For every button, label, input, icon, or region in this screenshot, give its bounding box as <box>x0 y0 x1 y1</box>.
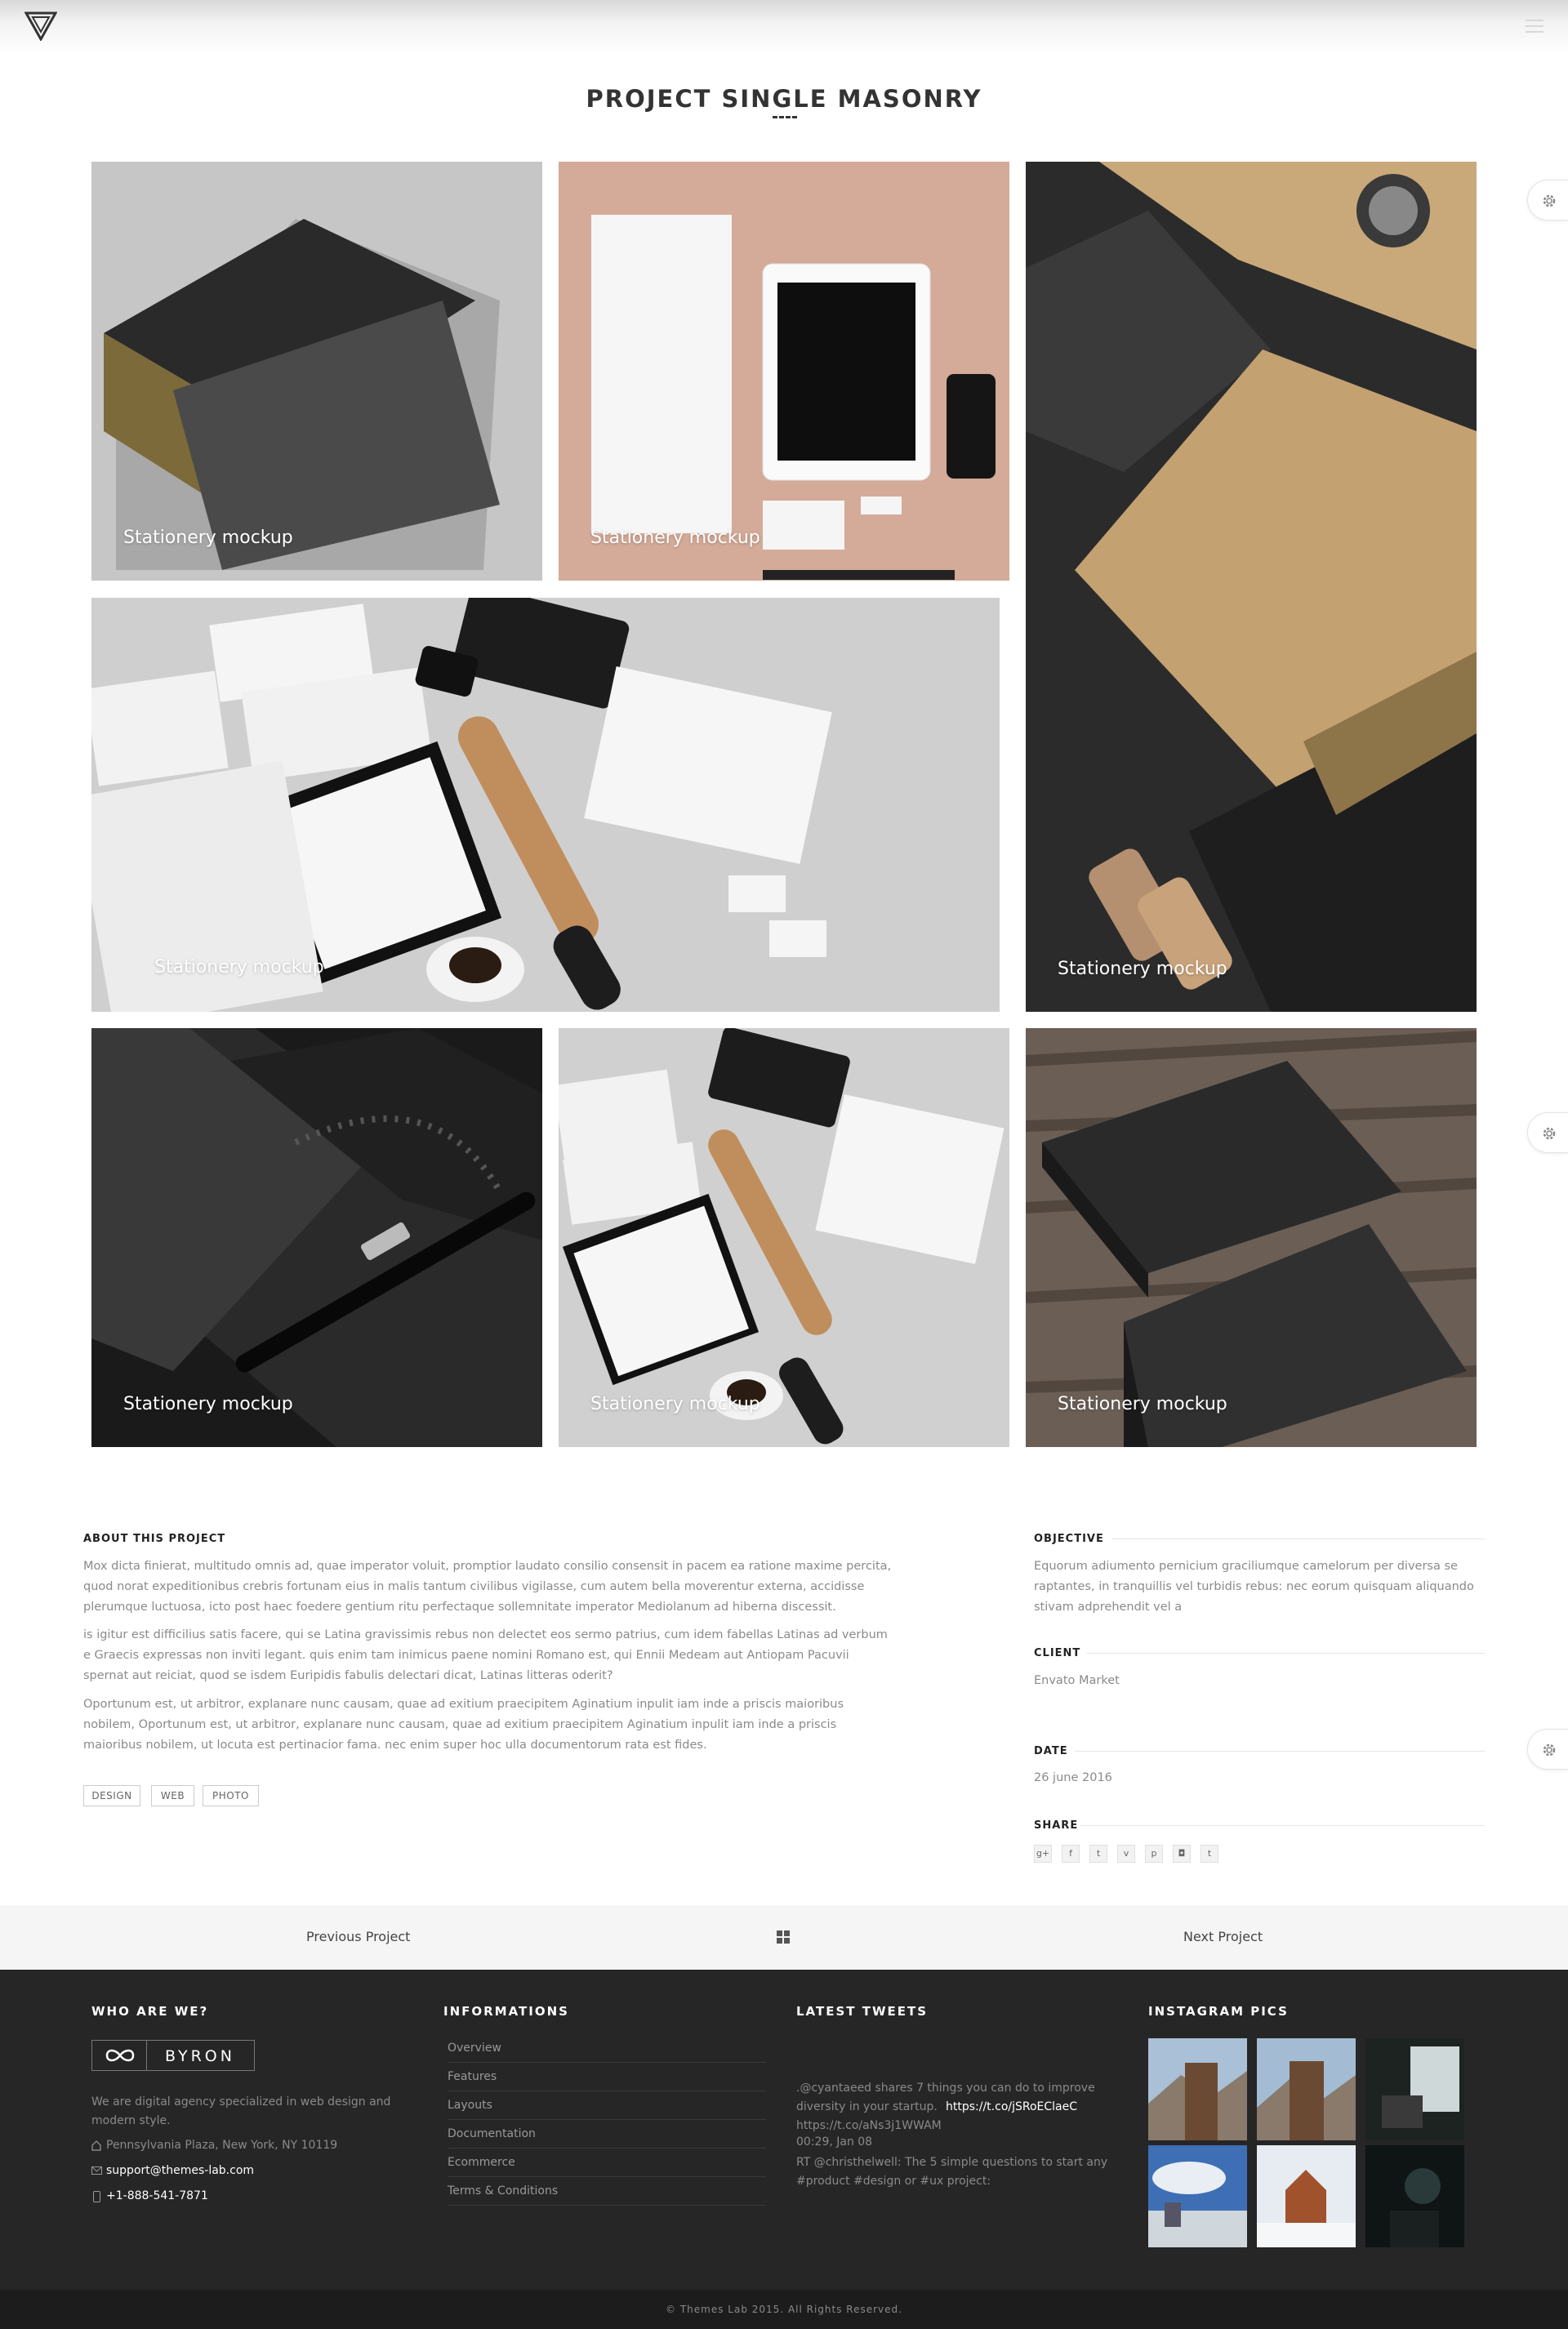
mockup-image <box>91 162 542 581</box>
instagram-photo[interactable] <box>1148 2038 1247 2140</box>
instagram-photo[interactable] <box>1148 2145 1247 2247</box>
tag-web[interactable]: WEB <box>151 1785 194 1806</box>
brand-name: BYRON <box>165 2047 235 2065</box>
mockup-image <box>559 162 1009 581</box>
footer-link-ecommerce[interactable]: Ecommerce <box>448 2149 766 2177</box>
date-heading: DATE <box>1034 1745 1068 1757</box>
pinterest-share-icon[interactable]: p <box>1145 1845 1163 1863</box>
objective-heading: OBJECTIVE <box>1034 1533 1104 1545</box>
gallery-tile[interactable]: Stationery mockup <box>1026 162 1477 1012</box>
site-header <box>0 0 1568 54</box>
footer-link-terms[interactable]: Terms & Conditions <box>448 2177 766 2206</box>
brand-logo[interactable]: BYRON <box>91 2040 255 2071</box>
twitter-share-icon[interactable]: t <box>1089 1845 1107 1863</box>
about-paragraph-2: is igitur est difficilius satis facere, … <box>83 1628 888 1682</box>
settings-gear-button[interactable] <box>1527 1112 1568 1153</box>
mail-icon <box>91 2166 102 2175</box>
page-title: PROJECT SINGLE MASONRY <box>586 85 982 113</box>
gear-icon <box>1543 1127 1556 1140</box>
tweet-1-time: 00:29, Jan 08 <box>796 2135 873 2149</box>
instagram-photo[interactable] <box>1365 2038 1464 2140</box>
footer-link-documentation[interactable]: Documentation <box>448 2120 766 2149</box>
footer-link-features[interactable]: Features <box>448 2063 766 2091</box>
gear-icon <box>1543 194 1556 207</box>
tag-photo[interactable]: PHOTO <box>203 1785 259 1806</box>
grid-icon[interactable] <box>777 1930 790 1944</box>
gallery-tile[interactable]: Stationery mockup <box>91 1028 542 1447</box>
tweets-heading: LATEST TWEETS <box>796 2004 929 2019</box>
project-navigation: Previous Project Next Project <box>0 1905 1568 1970</box>
gallery-tile[interactable]: Stationery mockup <box>91 162 542 581</box>
divider <box>1075 1751 1485 1752</box>
gear-icon <box>1543 1743 1556 1757</box>
title-underline <box>773 116 797 118</box>
tile-caption: Stationery mockup <box>590 528 760 548</box>
mockup-image <box>91 598 1000 1012</box>
infinity-logo-icon <box>105 2049 135 2062</box>
footer-link-overview[interactable]: Overview <box>448 2034 766 2063</box>
map-pin-icon <box>91 2140 101 2151</box>
googleplus-share-icon[interactable]: g+ <box>1034 1845 1052 1863</box>
settings-gear-button[interactable] <box>1527 1729 1568 1770</box>
tweet-1-link[interactable]: https://t.co/jSRoEClaeC <box>946 2098 1077 2117</box>
footer-link-layouts[interactable]: Layouts <box>448 2091 766 2120</box>
mockup-image <box>559 1028 1009 1447</box>
tile-caption: Stationery mockup <box>1058 959 1227 979</box>
client-heading: CLIENT <box>1034 1647 1081 1659</box>
copyright: © Themes Lab 2015. All Rights Reserved. <box>0 2290 1568 2329</box>
instagram-photo[interactable] <box>1257 2038 1356 2140</box>
about-heading: ABOUT THIS PROJECT <box>83 1533 226 1545</box>
gallery-tile[interactable]: Stationery mockup <box>559 1028 1009 1447</box>
facebook-share-icon[interactable]: f <box>1062 1845 1080 1863</box>
date-value: 26 june 2016 <box>1034 1771 1112 1784</box>
site-footer: WHO ARE WE? BYRON We are digital agency … <box>0 1970 1568 2290</box>
gallery-tile[interactable]: Stationery mockup <box>559 162 1009 581</box>
gallery-tile[interactable]: Stationery mockup <box>1026 1028 1477 1447</box>
tile-caption: Stationery mockup <box>123 1394 293 1414</box>
info-heading: INFORMATIONS <box>443 2004 569 2019</box>
footer-email[interactable]: support@themes-lab.com <box>106 2162 254 2180</box>
gallery-tile[interactable]: Stationery mockup <box>91 598 1000 1012</box>
tile-caption: Stationery mockup <box>123 528 293 548</box>
about-paragraph-3: Oportunum est, ut arbitror, explanare nu… <box>83 1698 844 1752</box>
phone-icon <box>93 2191 100 2202</box>
settings-gear-button[interactable] <box>1527 180 1568 220</box>
flickr-share-icon[interactable]: ◘ <box>1173 1845 1191 1863</box>
mockup-image <box>1026 1028 1477 1447</box>
divider <box>1080 1825 1485 1826</box>
client-value: Envato Market <box>1034 1674 1120 1687</box>
divider <box>1086 1653 1485 1654</box>
tile-caption: Stationery mockup <box>1058 1394 1227 1414</box>
tile-caption: Stationery mockup <box>154 957 324 977</box>
instagram-heading: INSTAGRAM PICS <box>1148 2004 1289 2019</box>
hamburger-menu-icon[interactable] <box>1526 20 1544 33</box>
about-paragraph-1: Mox dicta finierat, multitudo omnis ad, … <box>83 1560 892 1614</box>
tumblr-share-icon[interactable]: t <box>1200 1845 1218 1863</box>
previous-project-link[interactable]: Previous Project <box>306 1929 410 1944</box>
tag-design[interactable]: DESIGN <box>83 1785 140 1806</box>
objective-text: Equorum adiumento pernicium graciliumque… <box>1034 1560 1474 1614</box>
mockup-image <box>1026 162 1477 1012</box>
footer-about: We are digital agency specialized in web… <box>91 2095 391 2127</box>
share-heading: SHARE <box>1034 1819 1079 1832</box>
tweet-2-text: RT @christhelwell: The 5 simple question… <box>796 2156 1108 2188</box>
next-project-link[interactable]: Next Project <box>1183 1929 1263 1944</box>
mockup-image <box>91 1028 542 1447</box>
logo-triangle-icon[interactable] <box>24 11 57 41</box>
who-heading: WHO ARE WE? <box>91 2004 209 2019</box>
instagram-photo[interactable] <box>1365 2145 1464 2247</box>
instagram-photo[interactable] <box>1257 2145 1356 2247</box>
vimeo-share-icon[interactable]: v <box>1117 1845 1135 1863</box>
footer-phone[interactable]: +1-888-541-7871 <box>106 2187 208 2206</box>
footer-address: Pennsylvania Plaza, New York, NY 10119 <box>106 2139 338 2152</box>
tile-caption: Stationery mockup <box>590 1394 760 1414</box>
